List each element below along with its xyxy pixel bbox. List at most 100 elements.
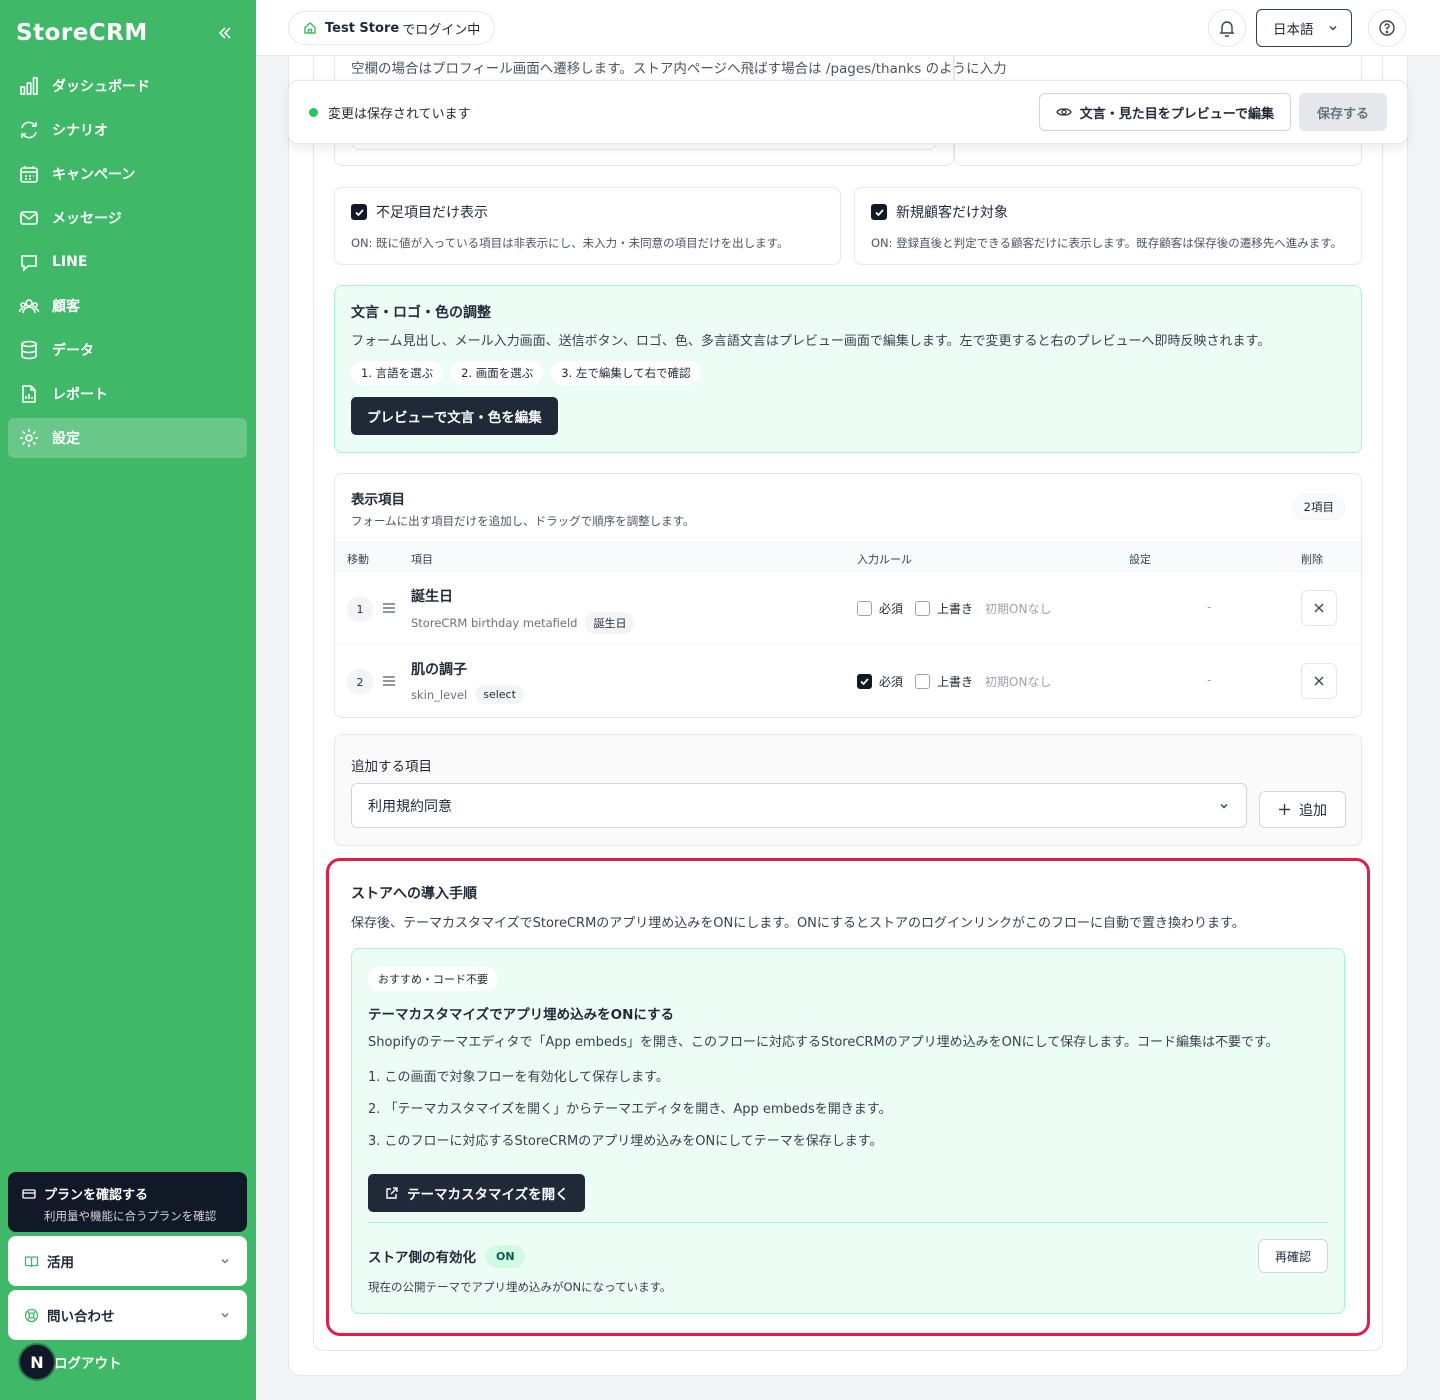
external-link-icon	[386, 1186, 398, 1199]
field-name: 誕生日	[411, 589, 453, 605]
preview-edit-button[interactable]: 文言・見た目をプレビューで編集	[1038, 93, 1291, 131]
users-icon	[18, 299, 40, 314]
col-item: 項目	[411, 553, 433, 566]
sidebar-item-dashboard[interactable]: ダッシュボード	[8, 66, 247, 106]
plan-card[interactable]: プランを確認する 利用量や機能に合うプランを確認	[8, 1172, 247, 1232]
contact-accordion[interactable]: 問い合わせ	[8, 1290, 247, 1340]
brand-logo: StoreCRM	[16, 20, 148, 46]
sidebar-item-label: 設定	[52, 431, 80, 447]
sidebar-item-scenario[interactable]: シナリオ	[8, 110, 247, 150]
mail-icon	[20, 211, 38, 225]
adjust-desc: フォーム見出し、メール入力画面、送信ボタン、ロゴ、色、多言語文言はプレビュー画面…	[351, 334, 1271, 349]
edit-in-preview-button[interactable]: プレビューで文言・色を編集	[351, 397, 558, 435]
toggle-missing-only: 不足項目だけ表示 ON: 既に値が入っている項目は非表示にし、未入力・未同意の項…	[334, 187, 841, 265]
credit-card-icon	[22, 1188, 36, 1199]
plus-icon	[1279, 804, 1290, 815]
sidebar-item-settings[interactable]: 設定	[8, 418, 247, 458]
new-customer-label: 新規顧客だけ対象	[896, 205, 1008, 221]
store-install-section: ストアへの導入手順 保存後、テーマカスタマイズでStoreCRMのアプリ埋め込み…	[326, 858, 1370, 1336]
recommended-badge: おすすめ・コード不要	[368, 967, 498, 991]
recheck-button[interactable]: 再確認	[1257, 1239, 1328, 1273]
appearance-adjust-card: 文言・ロゴ・色の調整 フォーム見出し、メール入力画面、送信ボタン、ロゴ、色、多言…	[334, 285, 1362, 453]
sidebar-item-label: キャンペーン	[52, 167, 136, 183]
add-field-button-label: 追加	[1299, 802, 1327, 819]
add-field-label: 追加する項目	[351, 759, 432, 775]
add-field-card: 追加する項目 利用規約同意 追加	[334, 734, 1362, 846]
required-label: 必須	[879, 602, 904, 616]
sidebar-item-label: メッセージ	[52, 211, 122, 227]
delete-field-button[interactable]	[1301, 590, 1337, 626]
row-number: 2	[347, 669, 373, 695]
notification-button[interactable]	[1208, 9, 1246, 47]
adjust-title: 文言・ロゴ・色の調整	[351, 305, 491, 321]
book-icon	[24, 1255, 39, 1267]
col-move: 移動	[347, 553, 369, 566]
report-file-icon	[22, 385, 36, 403]
row-number: 1	[347, 596, 373, 622]
drag-handle-icon[interactable]	[382, 675, 396, 687]
table-row: 2 肌の調子 skin_level select 必須 上書き 初期ONなし -	[335, 645, 1361, 717]
col-rule: 入力ルール	[857, 553, 912, 566]
sidebar-item-report[interactable]: レポート	[8, 374, 247, 414]
new-customer-checkbox[interactable]	[871, 204, 887, 220]
chevron-down-icon	[1329, 26, 1337, 31]
adjust-step: 3. 左で編集して右で確認	[551, 361, 701, 385]
install-title: ストアへの導入手順	[351, 886, 477, 902]
fields-title: 表示項目	[351, 492, 405, 508]
support-icon	[24, 1308, 39, 1322]
required-checkbox[interactable]	[857, 674, 872, 689]
sidebar-item-line[interactable]: LINE	[8, 242, 247, 282]
field-setting: -	[1207, 673, 1212, 687]
install-steps: 1. この画面で対象フローを有効化して保存します。 2. 「テーマカスタマイズを…	[368, 1066, 1328, 1162]
save-button[interactable]: 保存する	[1298, 93, 1387, 131]
overwrite-checkbox[interactable]	[915, 674, 931, 689]
refresh-icon	[21, 121, 37, 139]
fields-subtitle: フォームに出す項目だけを追加し、ドラッグで順序を調整します。	[351, 514, 695, 528]
help-button[interactable]	[1368, 9, 1406, 47]
check-icon	[860, 678, 869, 686]
plan-title: プランを確認する	[44, 1188, 149, 1203]
contact-label: 問い合わせ	[47, 1309, 115, 1325]
status-badge: ON	[486, 1244, 525, 1268]
missing-only-desc: ON: 既に値が入っている項目は非表示にし、未入力・未同意の項目だけを出します。	[351, 236, 789, 250]
drag-handle-icon[interactable]	[382, 602, 396, 614]
sidebar-item-message[interactable]: メッセージ	[8, 198, 247, 238]
chevron-down-icon	[221, 1313, 229, 1318]
initial-state-text: 初期ONなし	[985, 675, 1052, 689]
language-select[interactable]: 日本語	[1256, 9, 1352, 47]
missing-only-checkbox[interactable]	[351, 204, 367, 220]
recommended-desc: Shopifyのテーマエディタで「App embeds」を開き、このフローに対応…	[368, 1035, 1279, 1050]
overwrite-label: 上書き	[937, 602, 974, 616]
check-icon	[354, 208, 364, 216]
sidebar-item-customers[interactable]: 顧客	[8, 286, 247, 326]
initial-state-text: 初期ONなし	[985, 602, 1052, 616]
add-field-button[interactable]: 追加	[1259, 791, 1346, 828]
redirect-help-text: 空欄の場合はプロフィール画面へ遷移します。ストア内ページへ飛ばす場合は /pag…	[351, 61, 1007, 77]
install-step: 2. 「テーマカスタマイズを開く」からテーマエディタを開き、App embeds…	[368, 1102, 892, 1117]
field-key: StoreCRM birthday metafield	[411, 616, 578, 630]
open-theme-customize-button[interactable]: テーマカスタマイズを開く	[368, 1174, 585, 1212]
chat-bubble-icon	[21, 255, 37, 272]
sidebar-item-data[interactable]: データ	[8, 330, 247, 370]
close-icon	[1314, 603, 1324, 613]
field-type-tag: 誕生日	[585, 612, 635, 634]
delete-field-button[interactable]	[1301, 663, 1337, 699]
collapse-sidebar-icon[interactable]	[216, 24, 234, 42]
sidebar-item-campaign[interactable]: キャンペーン	[8, 154, 247, 194]
check-icon	[874, 208, 884, 216]
usage-accordion[interactable]: 活用	[8, 1236, 247, 1286]
logout-button[interactable]: N ログアウト	[18, 1343, 122, 1381]
save-status: 変更は保存されています	[328, 106, 471, 122]
adjust-step: 2. 画面を選ぶ	[451, 361, 544, 385]
recommended-title: テーマカスタマイズでアプリ埋め込みをONにする	[368, 1007, 675, 1023]
field-setting: -	[1207, 600, 1212, 614]
sidebar-item-label: ダッシュボード	[52, 79, 150, 95]
preview-edit-label: 文言・見た目をプレビューで編集	[1079, 106, 1274, 122]
store-pill[interactable]: Test Store でログイン中	[288, 11, 496, 45]
gear-icon	[20, 429, 38, 447]
add-field-select[interactable]: 利用規約同意	[351, 783, 1247, 828]
divider	[368, 1222, 1328, 1223]
sidebar-item-label: レポート	[52, 387, 108, 403]
required-checkbox[interactable]	[857, 601, 872, 616]
overwrite-checkbox[interactable]	[915, 601, 931, 616]
